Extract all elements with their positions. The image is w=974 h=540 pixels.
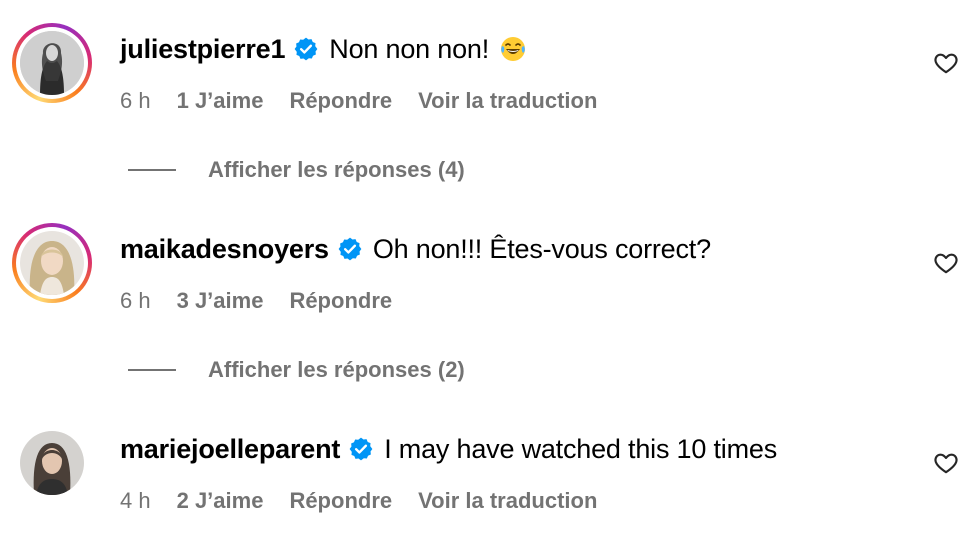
verified-badge-icon [348,436,374,462]
comment-time[interactable]: 6 h [120,88,151,114]
reply-button[interactable]: Répondre [289,488,392,514]
verified-badge-icon [293,36,319,62]
like-heart-icon[interactable] [933,250,959,276]
reply-button[interactable]: Répondre [289,288,392,314]
comment-item: juliestpierre1 Non non non! 6 h 1 J’aime… [0,0,974,113]
avatar[interactable] [12,223,92,303]
comment-item: mariejoelleparent I may have watched thi… [0,400,974,513]
see-translation-button[interactable]: Voir la traduction [418,88,597,114]
thread-divider [128,369,176,371]
username[interactable]: juliestpierre1 [120,34,285,65]
view-replies-button[interactable]: Afficher les réponses (2) [128,355,465,385]
likes-count[interactable]: 1 J’aime [177,88,264,114]
likes-count[interactable]: 2 J’aime [177,488,264,514]
comment-text: I may have watched this 10 times [384,433,777,464]
view-replies-label[interactable]: Afficher les réponses (4) [208,157,465,183]
avatar[interactable] [20,431,84,495]
comment-text: Non non non! [329,33,490,64]
like-heart-icon[interactable] [933,50,959,76]
comment-time[interactable]: 6 h [120,288,151,314]
laughing-emoji-icon [499,35,527,63]
view-replies-label[interactable]: Afficher les réponses (2) [208,357,465,383]
username[interactable]: maikadesnoyers [120,234,329,265]
see-translation-button[interactable]: Voir la traduction [418,488,597,514]
comment-text: Oh non!!! Êtes-vous correct? [372,233,711,264]
verified-badge-icon [337,236,363,262]
username[interactable]: mariejoelleparent [120,434,340,465]
avatar[interactable] [12,23,92,103]
reply-button[interactable]: Répondre [289,88,392,114]
comment-time[interactable]: 4 h [120,488,151,514]
thread-divider [128,169,176,171]
comment-item: maikadesnoyers Oh non!!! Êtes-vous corre… [0,200,974,313]
likes-count[interactable]: 3 J’aime [177,288,264,314]
view-replies-button[interactable]: Afficher les réponses (4) [128,155,465,185]
like-heart-icon[interactable] [933,450,959,476]
